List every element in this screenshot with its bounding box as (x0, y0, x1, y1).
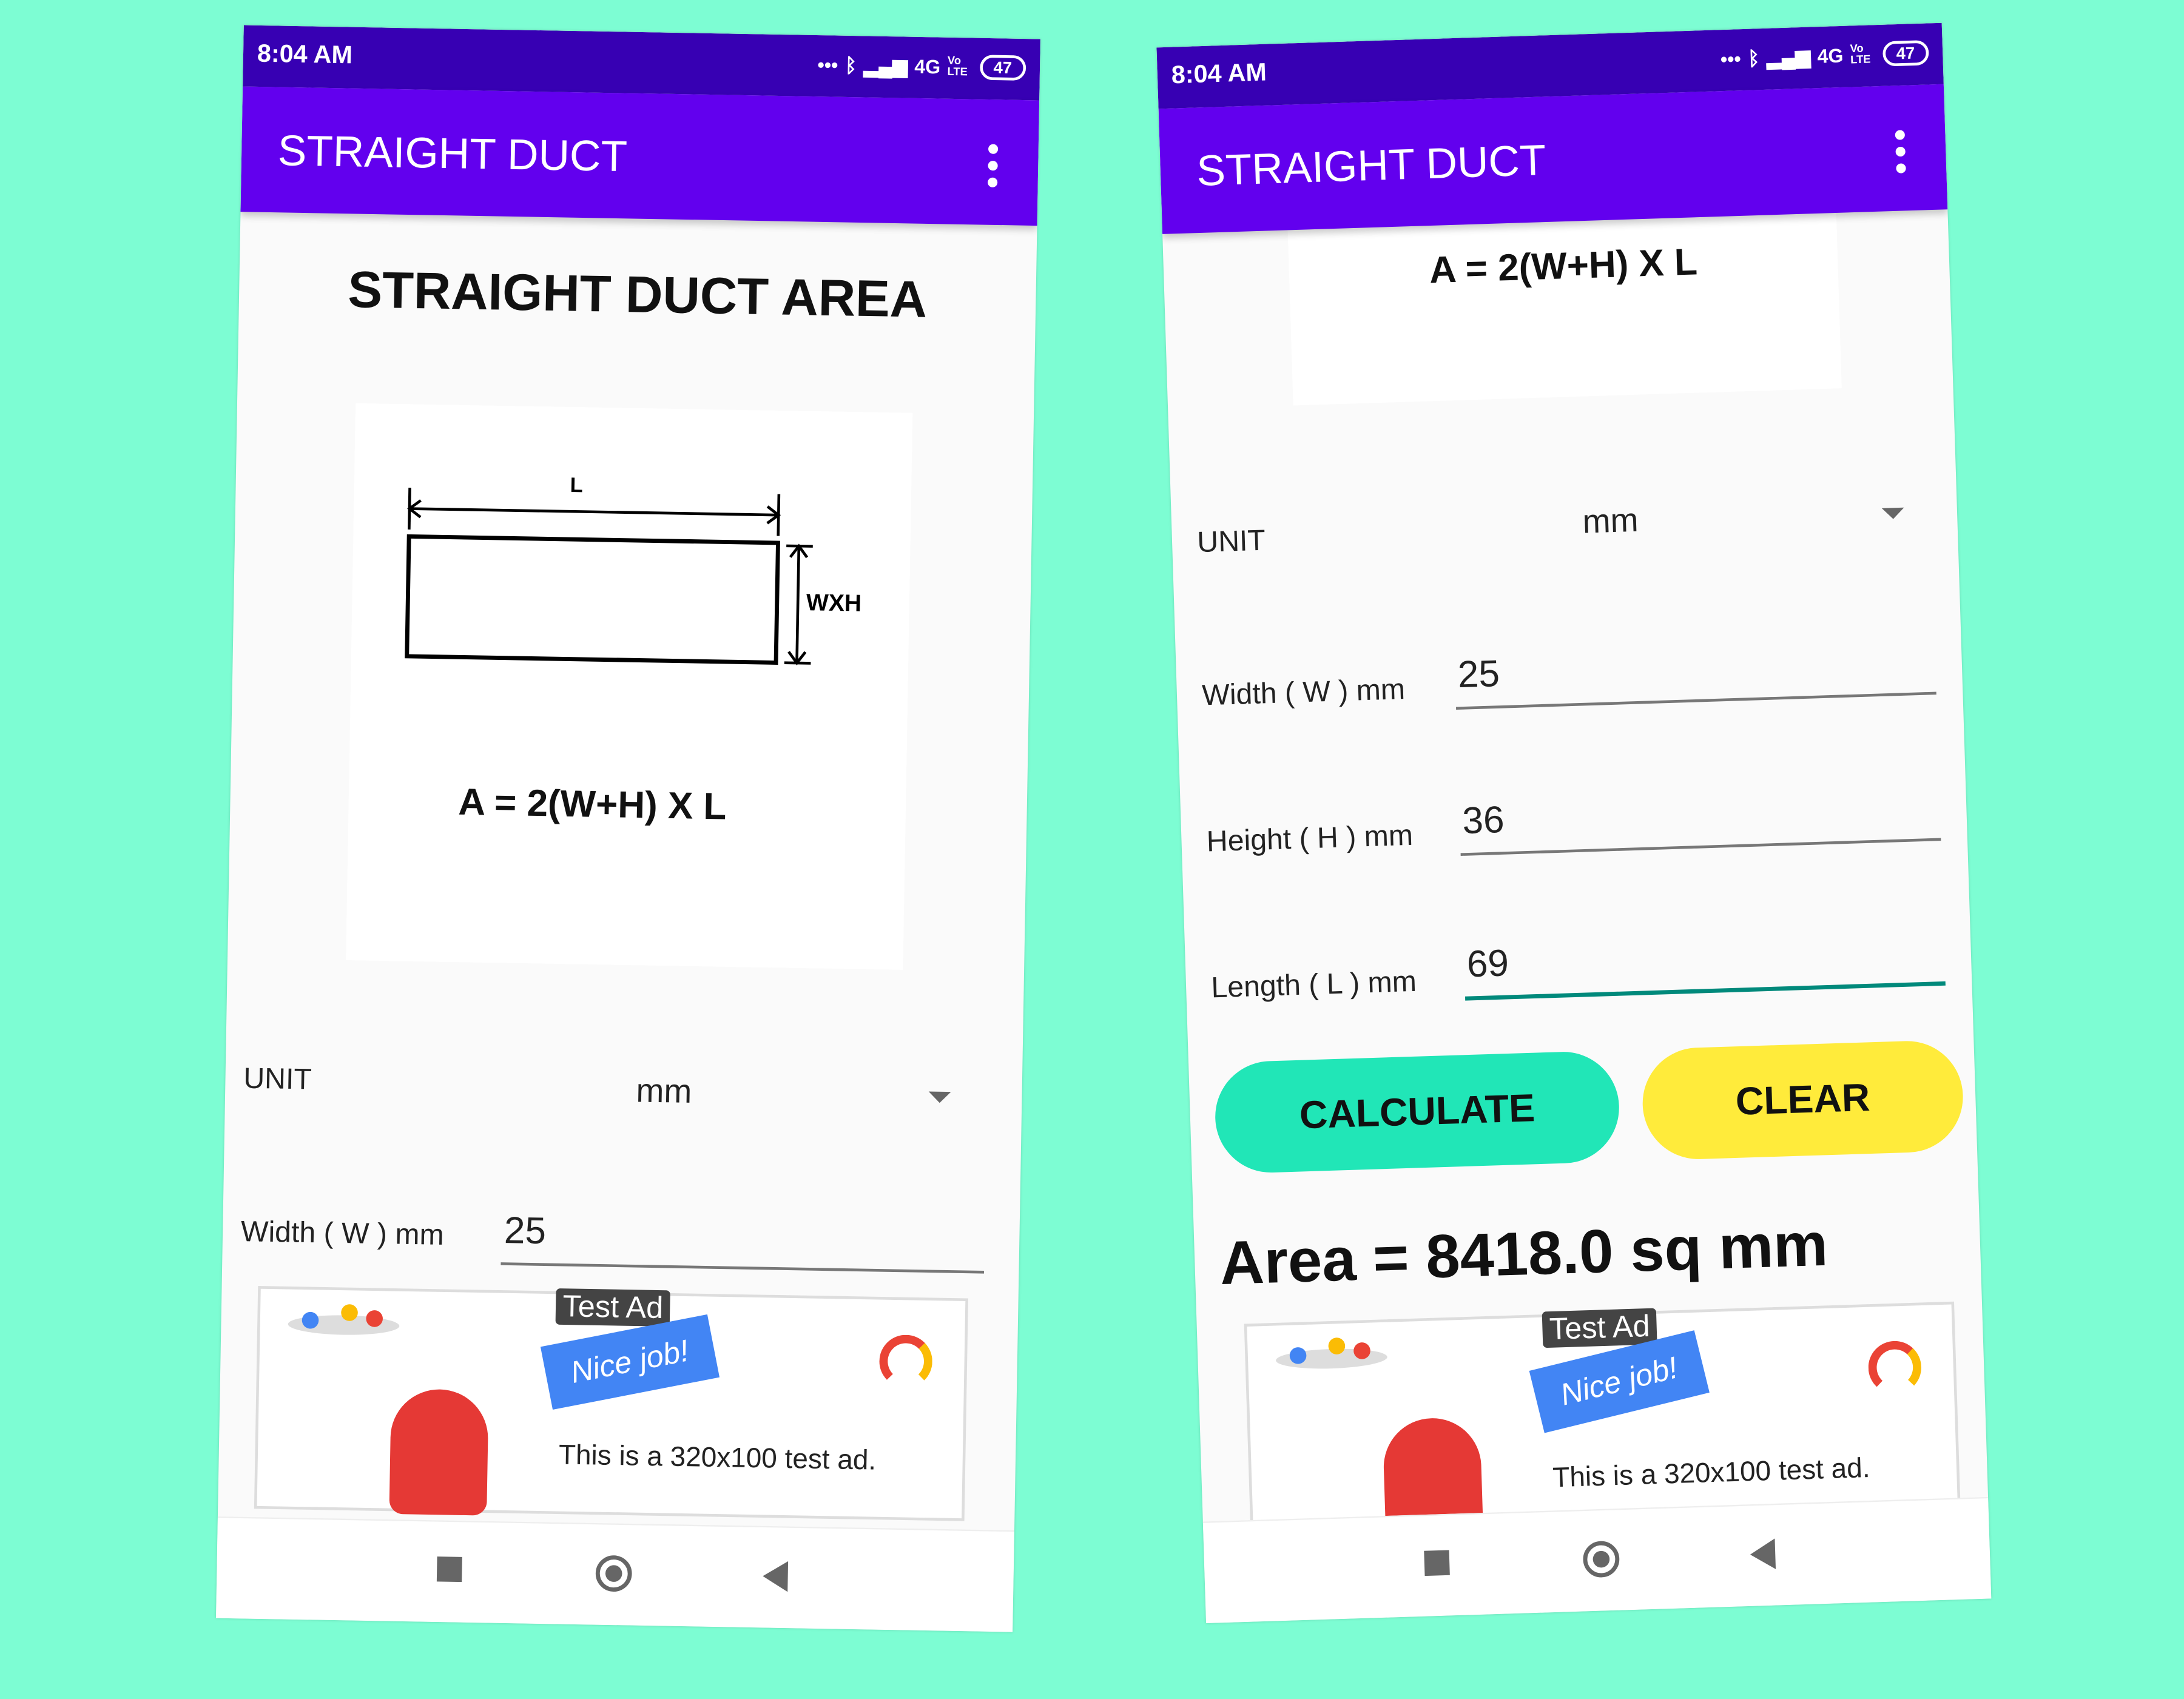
length-input[interactable]: 69 (1463, 926, 1946, 1001)
width-input[interactable]: 25 (500, 1206, 985, 1274)
volte-icon: Vo LTE (947, 54, 968, 78)
height-dimension-line (795, 546, 801, 664)
height-input[interactable]: 36 (1458, 782, 1941, 856)
app-title: STRAIGHT DUCT (1196, 135, 1547, 196)
unit-label: UNIT (1196, 525, 1266, 559)
length-label: L (570, 474, 584, 498)
calculate-button[interactable]: CALCULATE (1213, 1050, 1621, 1174)
adchoices-logo-icon (1867, 1340, 1923, 1395)
back-button-icon[interactable] (762, 1561, 789, 1592)
duct-diagram (405, 488, 813, 665)
duct-rectangle (405, 534, 780, 665)
length-dimension-line (409, 507, 779, 517)
app-bar: STRAIGHT DUCT (1158, 84, 1948, 234)
screenshot-canvas: 8:04 AM ••• ᛒ ▂▄▆ 4G Vo LTE 47 STRAIGHT … (0, 0, 2184, 1699)
clear-button[interactable]: CLEAR (1640, 1039, 1965, 1161)
unit-dropdown[interactable]: mm (1449, 476, 1925, 560)
status-time: 8:04 AM (1171, 58, 1267, 89)
recents-button-icon[interactable] (1424, 1550, 1450, 1576)
status-icons: ••• ᛒ ▂▄▆ 4G Vo LTE 47 (817, 52, 1026, 81)
chevron-down-icon (1881, 507, 1905, 520)
more-notifications-icon: ••• (817, 53, 838, 76)
diagram-card: L WXH A = 2(W+H) X L (346, 403, 913, 970)
test-ad-badge: Test Ad (555, 1288, 671, 1327)
app-bar: STRAIGHT DUCT (240, 86, 1040, 226)
network-type: 4G (1816, 44, 1844, 67)
cross-section-label: WXH (806, 589, 862, 617)
network-type: 4G (914, 55, 941, 78)
phone-screen-left: 8:04 AM ••• ᛒ ▂▄▆ 4G Vo LTE 47 STRAIGHT … (216, 25, 1040, 1632)
home-button-icon[interactable] (1582, 1540, 1620, 1578)
adchoices-logo-icon (878, 1334, 933, 1388)
page-heading: STRAIGHT DUCT AREA (347, 261, 928, 329)
battery-icon: 47 (1882, 39, 1929, 67)
unit-selected: mm (636, 1072, 692, 1111)
ad-text: This is a 320x100 test ad. (558, 1440, 877, 1477)
signal-icon: ▂▄▆ (863, 53, 908, 77)
width-label: Width ( W ) mm (240, 1216, 445, 1252)
home-button-icon[interactable] (595, 1555, 633, 1592)
more-notifications-icon: ••• (1720, 47, 1742, 70)
more-vert-icon[interactable] (987, 144, 1000, 187)
nice-job-flag: Nice job! (540, 1314, 720, 1410)
ad-illustration (285, 1303, 539, 1516)
width-label: Width ( W ) mm (1201, 673, 1406, 712)
test-ad-badge: Test Ad (1542, 1308, 1657, 1348)
unit-selected: mm (1582, 502, 1639, 542)
length-label: Length ( L ) mm (1210, 966, 1417, 1004)
test-ad-banner[interactable]: Test Ad Nice job! This is a 320x100 test… (254, 1286, 968, 1521)
width-input[interactable]: 25 (1454, 636, 1936, 710)
height-label: Height ( H ) mm (1206, 819, 1414, 858)
ad-text: This is a 320x100 test ad. (1552, 1453, 1871, 1494)
unit-dropdown[interactable]: mm (503, 1054, 964, 1131)
unit-label: UNIT (243, 1063, 312, 1097)
volte-icon: Vo LTE (1850, 42, 1871, 67)
status-icons: ••• ᛒ ▂▄▆ 4G Vo LTE 47 (1720, 39, 1929, 72)
chevron-down-icon (928, 1091, 951, 1103)
area-result: Area = 8418.0 sq mm (1219, 1211, 1829, 1299)
bluetooth-icon: ᛒ (844, 53, 857, 76)
app-title: STRAIGHT DUCT (277, 126, 628, 181)
status-time: 8:04 AM (257, 39, 353, 69)
navigation-bar (216, 1516, 1014, 1632)
bluetooth-icon: ᛒ (1747, 47, 1761, 70)
phone-screen-right: A = 2(W+H) X L 8:04 AM ••• ᛒ ▂▄▆ 4G Vo L… (1156, 22, 1992, 1624)
back-button-icon[interactable] (1750, 1538, 1776, 1570)
recents-button-icon[interactable] (436, 1556, 462, 1583)
signal-icon: ▂▄▆ (1766, 44, 1811, 69)
ad-illustration (1275, 1331, 1532, 1546)
battery-icon: 47 (979, 55, 1026, 81)
area-formula: A = 2(W+H) X L (1429, 241, 1698, 291)
more-vert-icon[interactable] (1895, 130, 1908, 173)
